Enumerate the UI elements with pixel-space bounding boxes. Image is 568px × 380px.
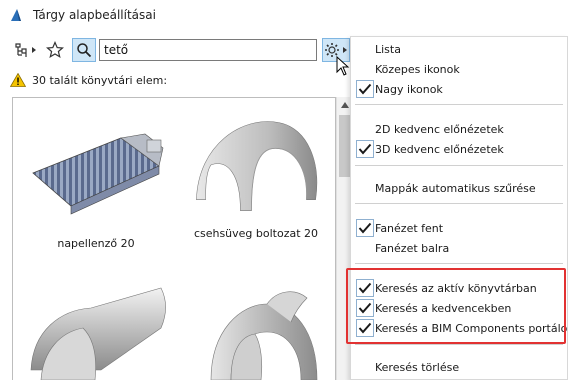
checkmark-icon	[356, 219, 374, 237]
menu-separator	[355, 344, 563, 345]
library-item[interactable]: csehsüveg boltozat 20	[181, 108, 331, 240]
menu-separator	[355, 203, 563, 204]
archicad-app-icon	[11, 9, 21, 21]
menu-item-fanezet-fent[interactable]: Fanézet fent	[351, 218, 567, 238]
item-label: csehsüveg boltozat 20	[193, 227, 319, 240]
menu-item-nagy-ikonok[interactable]: Nagy ikonok	[351, 79, 567, 99]
menu-item-kereses-torlese[interactable]: Keresés törlése	[351, 357, 567, 377]
menu-item-kozepes-ikonok[interactable]: Közepes ikonok	[351, 59, 567, 79]
folder-tree-button[interactable]	[12, 38, 40, 62]
toolbar: tető	[0, 34, 352, 66]
library-item[interactable]	[21, 270, 171, 380]
barrel-roof-thumbnail	[30, 287, 166, 380]
warning-icon	[10, 73, 26, 87]
search-input[interactable]: tető	[99, 39, 317, 61]
favorites-button[interactable]	[44, 38, 66, 62]
library-gallery: napellenző 20 csehsüveg boltozat 20	[12, 97, 336, 380]
folder-tree-icon	[15, 43, 36, 57]
mouse-cursor-icon	[336, 56, 350, 76]
checkmark-icon	[356, 140, 374, 158]
window-title: Tárgy alapbeállításai	[33, 8, 156, 22]
chevron-up-icon	[341, 102, 349, 108]
menu-item-fanezet-balra[interactable]: Fanézet balra	[351, 238, 567, 258]
library-item[interactable]	[181, 270, 331, 380]
menu-separator	[355, 165, 563, 166]
search-icon	[77, 43, 92, 58]
menu-item-3d-kedvenc[interactable]: 3D kedvenc előnézetek	[351, 139, 567, 159]
results-text: 30 talált könyvtári elem:	[32, 73, 168, 87]
menu-item-2d-kedvenc[interactable]: 2D kedvenc előnézetek	[351, 119, 567, 139]
checkmark-icon	[356, 80, 374, 98]
menu-separator	[355, 104, 563, 105]
search-button[interactable]	[72, 38, 96, 62]
highlight-annotation	[346, 268, 566, 344]
item-label: napellenző 20	[57, 237, 135, 250]
dome-vault-thumbnail	[210, 291, 318, 380]
menu-separator	[355, 263, 563, 264]
menu-item-lista[interactable]: Lista	[351, 39, 567, 59]
title-bar: Tárgy alapbeállításai	[0, 0, 568, 30]
results-count: 30 talált könyvtári elem:	[10, 72, 167, 88]
menu-item-mappak-szurese[interactable]: Mappák automatikus szűrése	[351, 178, 567, 198]
star-icon	[46, 41, 64, 59]
awning-thumbnail	[32, 133, 164, 215]
library-item[interactable]: napellenző 20	[21, 118, 171, 250]
scroll-thumb[interactable]	[339, 115, 350, 177]
cross-vault-thumbnail	[196, 121, 318, 211]
